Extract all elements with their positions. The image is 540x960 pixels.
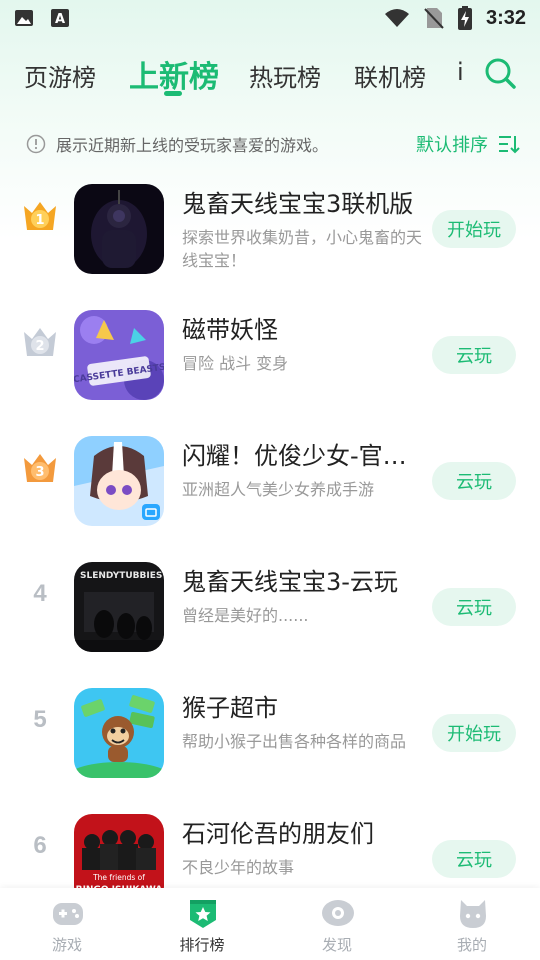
- game-description: 不良少年的故事: [182, 858, 295, 877]
- ranking-icon: [190, 900, 216, 928]
- game-cover[interactable]: SLENDYTUBBIES III: [74, 562, 164, 652]
- gold-crown-icon: 1: [24, 202, 56, 230]
- rank-badge-silver: 2: [18, 322, 62, 362]
- game-cover[interactable]: CASSETTE BEASTS: [74, 310, 164, 400]
- tab-new-games[interactable]: 上新榜: [129, 52, 219, 96]
- search-icon[interactable]: [483, 56, 517, 90]
- list-item[interactable]: 3 闪耀！优俊少女-官服... 亚洲超人气美少女养成手游 云玩: [0, 422, 540, 548]
- svg-text:2: 2: [35, 339, 44, 354]
- rank-badge-bronze: 3: [18, 448, 62, 488]
- game-description: 亚洲超人气美少女养成手游: [182, 480, 375, 499]
- game-description: 帮助小猴子出售各种各样的商品: [182, 732, 407, 751]
- discover-icon: [322, 900, 354, 926]
- svg-text:1: 1: [35, 213, 44, 228]
- cloud-play-button[interactable]: 云玩: [432, 336, 516, 374]
- wifi-icon: [384, 9, 409, 27]
- cloud-play-button[interactable]: 云玩: [432, 588, 516, 626]
- rank-number: 4: [33, 580, 47, 607]
- tab-online-games[interactable]: 联机榜: [354, 58, 426, 93]
- rank-badge-gold: 1: [18, 196, 62, 236]
- nav-label: 排行榜: [179, 936, 225, 954]
- nav-games[interactable]: 游戏: [17, 888, 117, 960]
- start-play-button[interactable]: 开始玩: [432, 210, 516, 248]
- sort-label: 默认排序: [416, 135, 488, 156]
- info-icon: [26, 134, 46, 154]
- gallery-icon: [15, 10, 33, 26]
- rank-number: 5: [33, 706, 47, 733]
- nav-discover[interactable]: 发现: [287, 888, 387, 960]
- game-description: 探索世界收集奶昔，小心鬼畜的天线宝宝！: [182, 228, 423, 270]
- nav-label: 我的: [456, 936, 487, 954]
- cloud-play-button[interactable]: 云玩: [432, 840, 516, 878]
- tab-web-games[interactable]: 页游榜: [24, 58, 96, 93]
- no-sim-icon: [424, 8, 444, 29]
- bronze-crown-icon: 3: [24, 454, 56, 482]
- game-cover[interactable]: [74, 436, 164, 526]
- game-description: 曾经是美好的......: [182, 606, 309, 625]
- bottom-nav: 游戏 排行榜 发现 我的: [0, 888, 540, 960]
- svg-text:A: A: [55, 12, 65, 27]
- nav-label: 游戏: [51, 936, 82, 954]
- tab-more[interactable]: i: [457, 58, 464, 86]
- ranking-tabs: 页游榜 上新榜 热玩榜 联机榜 i: [0, 48, 540, 108]
- list-item[interactable]: 5 猴子超市 帮助小猴子出售各种各样的商品 开始玩: [0, 674, 540, 800]
- svg-text:3: 3: [35, 465, 44, 480]
- nav-ranking[interactable]: 排行榜: [152, 888, 252, 960]
- sort-button[interactable]: 默认排序: [416, 131, 520, 157]
- tab-indicator: [164, 91, 182, 96]
- profile-icon: [460, 900, 486, 928]
- game-title: 闪耀！优俊少女-官服...: [182, 442, 424, 470]
- game-cover[interactable]: [74, 184, 164, 274]
- list-item[interactable]: 2 CASSETTE BEASTS 磁带妖怪 冒险 战斗 变身 云玩: [0, 296, 540, 422]
- nav-label: 发现: [321, 936, 352, 954]
- game-title: 石河伦吾的朋友们: [182, 820, 374, 848]
- hint-row: 展示近期新上线的受玩家喜爱的游戏。 默认排序: [26, 128, 520, 160]
- text-a-icon: A: [51, 9, 69, 27]
- battery-charging-icon: [457, 6, 472, 30]
- game-title: 磁带妖怪: [182, 316, 278, 344]
- cloud-play-button[interactable]: 云玩: [432, 462, 516, 500]
- game-description: 冒险 战斗 变身: [182, 354, 289, 373]
- nav-profile[interactable]: 我的: [422, 888, 522, 960]
- sort-icon: [499, 136, 520, 154]
- game-title: 鬼畜天线宝宝3联机版: [182, 190, 414, 218]
- game-title: 猴子超市: [182, 694, 278, 722]
- status-bar: A 3:32: [0, 0, 540, 36]
- tab-hot-games[interactable]: 热玩榜: [249, 58, 321, 93]
- hint-text: 展示近期新上线的受玩家喜爱的游戏。: [56, 136, 329, 155]
- list-item[interactable]: 4 SLENDYTUBBIES III 鬼畜天线宝宝3-云玩 曾经是美好的...…: [0, 548, 540, 674]
- clock: 3:32: [485, 6, 526, 29]
- game-title: 鬼畜天线宝宝3-云玩: [182, 568, 398, 596]
- game-cover[interactable]: [74, 688, 164, 778]
- svg-text:SLENDYTUBBIES III: SLENDYTUBBIES III: [80, 571, 164, 581]
- svg-text:The friends of: The friends of: [92, 873, 145, 882]
- silver-crown-icon: 2: [24, 328, 56, 356]
- list-item[interactable]: 1 鬼畜天线宝宝3联机版 探索世界收集奶昔，小心鬼畜的天线宝宝！ 开始玩: [0, 170, 540, 296]
- start-play-button[interactable]: 开始玩: [432, 714, 516, 752]
- gamepad-icon: [53, 903, 83, 925]
- rank-number: 6: [33, 832, 47, 859]
